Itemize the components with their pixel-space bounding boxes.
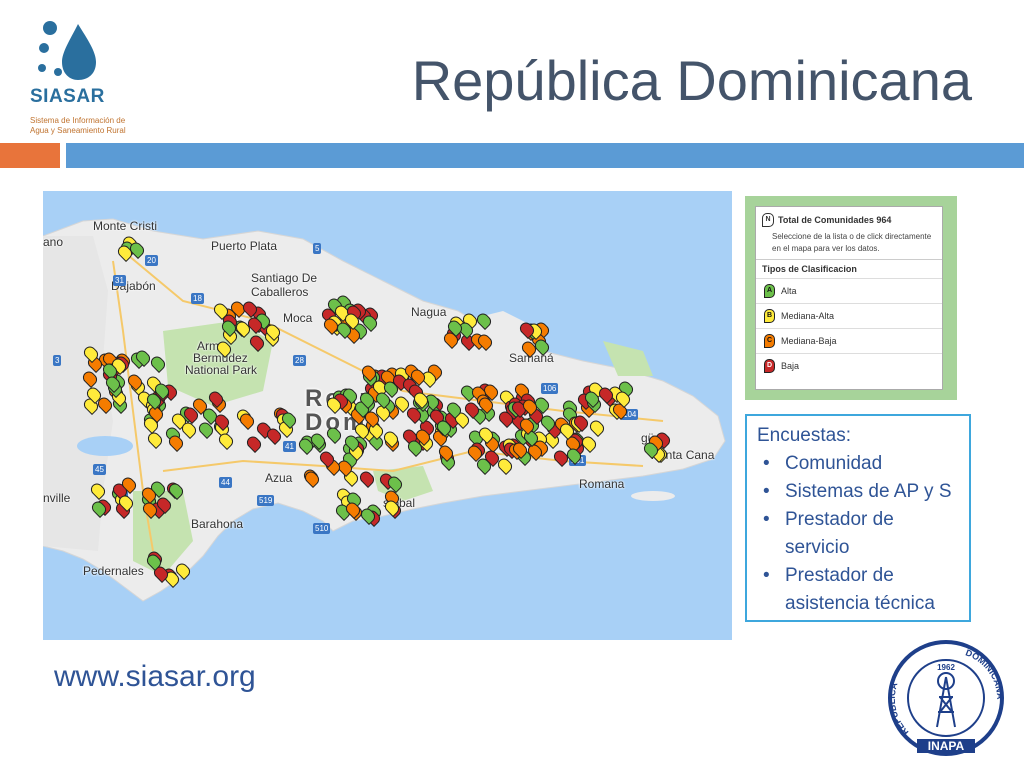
place-caballeros: Caballeros [251,285,309,299]
marker-alta-icon: A [764,284,775,298]
total-marker-icon: N [762,213,774,227]
place-pedernales: Pedernales [83,564,144,578]
legend-total[interactable]: N Total de Comunidades 964 [756,207,942,231]
road-shield: 41 [283,441,296,452]
road-shield: 31 [113,275,126,286]
island-saona [631,491,675,501]
slide-title: República Dominicana [411,49,972,112]
road-shield: 20 [145,255,158,266]
road-shield: 5 [313,243,322,254]
place-ano: ano [43,235,64,249]
road-shield: 44 [219,477,232,488]
water-drops-icon [38,21,96,80]
road-shield: 519 [257,495,275,506]
accent-bar-blue [66,143,1024,168]
seal-year: 1962 [937,663,955,672]
legend-total-text: Total de Comunidades 964 [778,215,892,225]
place-barahona: Barahona [191,517,244,531]
road-shield: 510 [313,523,331,534]
place-moca: Moca [283,311,313,325]
place-romana: Romana [579,477,625,491]
logo-subtitle-line1: Sistema de Información de [30,116,126,125]
siasar-logo: SIASAR Sistema de Información de Agua y … [26,18,136,138]
place-nville: nville [43,491,71,505]
place-monte-cristi: Monte Cristi [93,219,158,233]
marker-baja-icon: D [764,359,775,373]
website-link[interactable]: www.siasar.org [54,660,256,694]
legend-type-label: Mediana-Alta [781,311,835,321]
survey-item: Prestador de servicio [757,506,959,562]
legend-inner: N Total de Comunidades 964 Seleccione de… [755,206,943,390]
road-shield: 3 [53,355,62,366]
seal-bottom-text: INAPA [928,739,965,753]
inapa-seal: REPUBLICA DOMINICANA 1962 INAPA [887,637,1005,759]
map[interactable]: Monte Cristi Puerto Plata Santiago De Ca… [43,191,732,640]
logo-subtitle-line2: Agua y Saneamiento Rural [30,126,126,135]
surveys-title: Encuestas: [757,425,851,446]
place-santiago: Santiago De [251,271,318,285]
place-nagua: Nagua [411,305,447,319]
marker-mediana-alta-icon: B [764,309,775,323]
place-azua: Azua [265,471,293,485]
inapa-seal-icon: REPUBLICA DOMINICANA 1962 INAPA [887,640,1005,756]
road-shield: 28 [293,355,306,366]
legend-type-mediana-baja[interactable]: C Mediana-Baja [756,328,942,353]
accent-bar-orange [0,143,60,168]
legend-types-title: Tipos de Clasificacion [756,259,942,278]
road-shield: 18 [191,293,204,304]
survey-item: Comunidad [757,450,959,478]
survey-item: Sistemas de AP y S [757,478,959,506]
legend-type-label: Alta [781,286,797,296]
marker-mediana-baja-icon: C [764,334,775,348]
survey-item: Prestador de asistencia técnica [757,562,959,618]
legend-instructions: Seleccione de la lista o de click direct… [772,232,932,253]
logo-subtitle: Sistema de Información de Agua y Saneami… [30,116,150,136]
legend-type-label: Mediana-Baja [781,336,837,346]
legend-type-label: Baja [781,361,800,371]
legend-panel: N Total de Comunidades 964 Seleccione de… [745,196,957,400]
place-puerto-plata: Puerto Plata [211,239,278,253]
legend-type-baja[interactable]: D Baja [756,353,942,378]
legend-type-alta[interactable]: A Alta [756,278,942,303]
lake-enriquillo [77,436,133,456]
road-shield: 106 [541,383,559,394]
logo-name: SIASAR [30,86,105,107]
surveys-list: Comunidad Sistemas de AP y S Prestador d… [757,450,959,618]
place-national-park: National Park [185,363,258,377]
road-shield: 45 [93,464,106,475]
surveys-box: Encuestas: Comunidad Sistemas de AP y S … [745,414,971,622]
legend-type-mediana-alta[interactable]: B Mediana-Alta [756,303,942,328]
